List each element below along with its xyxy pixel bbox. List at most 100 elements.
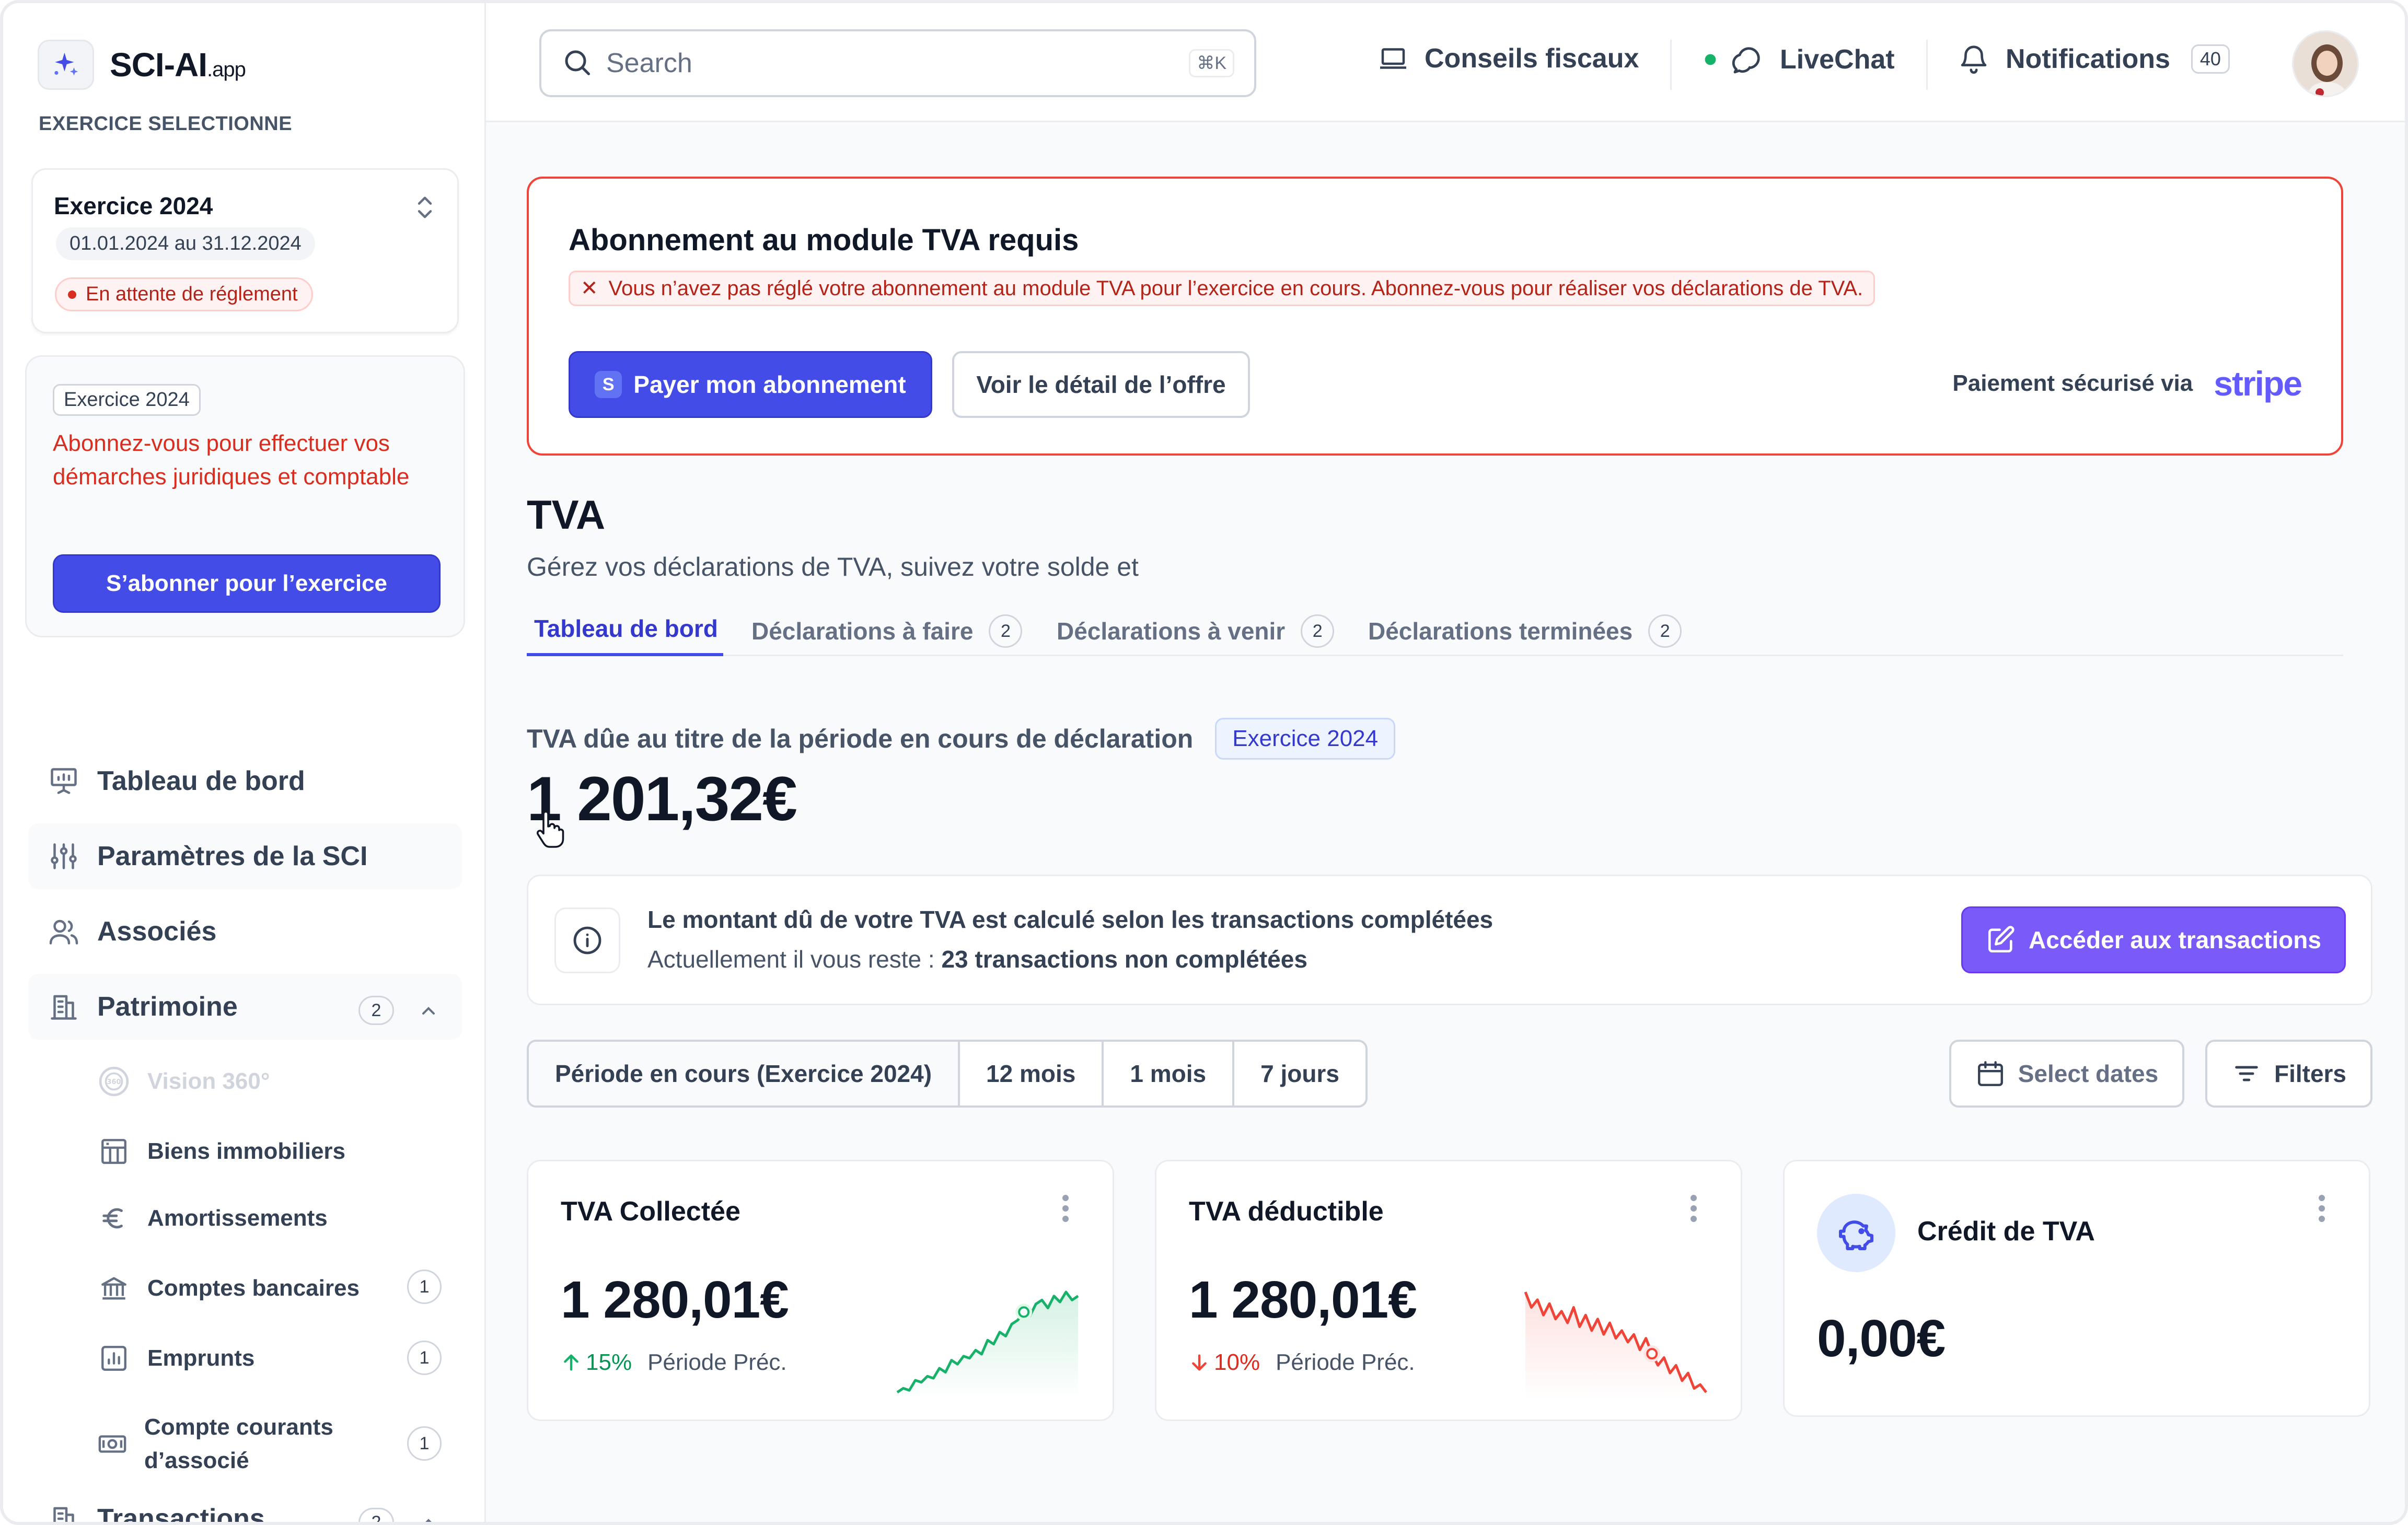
chevron-up-icon[interactable] xyxy=(418,997,439,1028)
laptop-icon xyxy=(1377,43,1409,74)
avatar[interactable] xyxy=(2292,30,2359,97)
tax-advice-link[interactable]: Conseils fiscaux xyxy=(1377,43,1639,74)
sparkline-area xyxy=(897,1292,1078,1400)
piggy-bank-icon xyxy=(1817,1194,1895,1272)
exercise-pill: Exercice 2024 xyxy=(1215,718,1396,760)
period-segmented-control: Période en cours (Exercice 2024) 12 mois… xyxy=(527,1040,1368,1108)
search-shortcut-badge: ⌘K xyxy=(1189,49,1234,77)
search-icon xyxy=(561,46,593,80)
due-amount: 1 201,32€ xyxy=(527,764,797,834)
info-line-1: Le montant dû de votre TVA est calculé s… xyxy=(647,906,1494,933)
stat-title: Crédit de TVA xyxy=(1917,1216,2095,1247)
tab-declarations-todo[interactable]: Déclarations à faire 2 xyxy=(751,614,1023,648)
subscribe-exercise-button[interactable]: S’abonner pour l’exercice xyxy=(53,554,441,613)
arrow-down-icon xyxy=(1192,1354,1207,1371)
stat-title: TVA déductible xyxy=(1189,1196,1384,1227)
sidebar-subitem-loans[interactable]: Emprunts xyxy=(97,1342,254,1375)
sparkline-marker-dot xyxy=(1018,1306,1030,1318)
sidebar-item-associates[interactable]: Associés xyxy=(28,899,462,964)
edit-icon xyxy=(1986,925,2016,955)
building-icon xyxy=(47,990,80,1023)
sidebar-subitem-vision360[interactable]: 360 Vision 360° xyxy=(97,1065,270,1098)
period-7-days-button[interactable]: 7 jours xyxy=(1234,1042,1365,1105)
stat-card-deductible: TVA déductible 1 280,01€ 10% Période Pré… xyxy=(1155,1160,1742,1421)
search-input[interactable]: Search ⌘K xyxy=(539,29,1256,97)
filters-button[interactable]: Filters xyxy=(2205,1040,2372,1108)
stat-delta: 15% Période Préc. xyxy=(561,1349,787,1376)
exercise-range: 01.01.2024 au 31.12.2024 xyxy=(56,227,315,260)
info-line-2: Actuellement il vous reste : 23 transact… xyxy=(647,946,1307,973)
offer-detail-button[interactable]: Voir le détail de l’offre xyxy=(952,351,1250,418)
header-divider xyxy=(1926,40,1928,90)
subscription-alert: Abonnement au module TVA requis ✕ Vous n’… xyxy=(527,177,2343,456)
filter-lines-icon xyxy=(2231,1058,2262,1089)
period-1-month-button[interactable]: 1 mois xyxy=(1104,1042,1235,1105)
brand-logo[interactable]: SCI-AI.app xyxy=(38,40,246,90)
alert-error-message: ✕ Vous n’avez pas réglé votre abonnement … xyxy=(569,271,1876,306)
sidebar-item-sci-settings[interactable]: Paramètres de la SCI xyxy=(28,823,462,889)
notifications-count-badge: 40 xyxy=(2191,44,2230,74)
pay-subscription-button[interactable]: S Payer mon abonnement xyxy=(569,351,932,418)
sidebar-subitem-current-accounts[interactable]: Compte courants d’associé xyxy=(97,1411,379,1477)
sparkline-marker-dot xyxy=(1646,1348,1658,1360)
close-x-icon: ✕ xyxy=(581,277,598,300)
access-transactions-button[interactable]: Accéder aux transactions xyxy=(1961,906,2346,973)
tab-count-badge: 2 xyxy=(1648,614,1682,648)
sidebar-subitem-real-estate[interactable]: Biens immobiliers xyxy=(97,1135,345,1168)
more-vertical-icon[interactable] xyxy=(2316,1193,2328,1227)
sidebar-subitem-depreciation[interactable]: Amortissements xyxy=(97,1202,328,1235)
select-dates-button[interactable]: Select dates xyxy=(1949,1040,2184,1108)
sliders-icon xyxy=(47,840,80,873)
tva-tabs: Tableau de bord Déclarations à faire 2 Dé… xyxy=(527,603,2343,656)
loans-count-badge: 1 xyxy=(407,1341,442,1375)
subscribe-card: Exercice 2024 Abonnez-vous pour effectue… xyxy=(25,355,465,637)
active-tab-indicator xyxy=(527,653,723,656)
header-divider xyxy=(1670,40,1672,90)
main-content: Abonnement au module TVA requis ✕ Vous n’… xyxy=(486,122,2405,1522)
period-12-months-button[interactable]: 12 mois xyxy=(960,1042,1104,1105)
users-icon xyxy=(47,915,80,948)
sidebar: SCI-AI.app EXERCICE SELECTIONNE Exercice… xyxy=(3,3,486,1522)
livechat-link[interactable]: LiveChat xyxy=(1704,43,1895,76)
tab-dashboard[interactable]: Tableau de bord xyxy=(534,614,718,643)
tab-count-badge: 2 xyxy=(1301,614,1335,648)
euro-icon xyxy=(97,1202,131,1235)
sidebar-item-transactions[interactable]: Transactions 2 xyxy=(28,1486,462,1522)
calendar-icon xyxy=(1975,1058,2006,1089)
tab-declarations-done[interactable]: Déclarations terminées 2 xyxy=(1368,614,1682,648)
alert-title: Abonnement au module TVA requis xyxy=(569,223,1079,257)
presentation-chart-icon xyxy=(47,764,80,798)
secure-payment-note: Paiement sécurisé via stripe xyxy=(1952,364,2302,403)
sidebar-item-dashboard[interactable]: Tableau de bord xyxy=(28,748,462,814)
current-accounts-count-badge: 1 xyxy=(407,1426,442,1461)
chevron-up-icon[interactable] xyxy=(418,1509,439,1522)
stat-title: TVA Collectée xyxy=(561,1196,740,1227)
notifications-link[interactable]: Notifications 40 xyxy=(1958,43,2230,75)
bank-icon xyxy=(97,1272,131,1305)
tab-declarations-upcoming[interactable]: Déclarations à venir 2 xyxy=(1057,614,1335,648)
page-subtitle: Gérez vos déclarations de TVA, suivez vo… xyxy=(527,552,1139,581)
period-current-button[interactable]: Période en cours (Exercice 2024) xyxy=(529,1042,960,1105)
sidebar-item-patrimoine[interactable]: Patrimoine 2 xyxy=(28,974,462,1040)
online-dot-icon xyxy=(1704,53,1717,66)
exercise-selector[interactable]: Exercice 2024 01.01.2024 au 31.12.2024 E… xyxy=(31,168,459,333)
building-icon xyxy=(47,1502,80,1522)
transactions-count-badge: 2 xyxy=(358,1508,394,1522)
more-vertical-icon[interactable] xyxy=(1059,1193,1072,1227)
more-vertical-icon[interactable] xyxy=(1687,1193,1700,1227)
top-header: Search ⌘K Conseils fiscaux LiveChat Noti… xyxy=(486,3,2405,122)
stat-value: 0,00€ xyxy=(1817,1309,1946,1368)
banknote-icon xyxy=(97,1427,128,1461)
bar-chart-icon xyxy=(97,1342,131,1375)
vision-360-icon: 360 xyxy=(97,1065,131,1098)
arrow-up-icon xyxy=(564,1354,578,1371)
exercise-title: Exercice 2024 xyxy=(54,192,213,219)
patrimoine-count-badge: 2 xyxy=(358,996,394,1025)
stat-value: 1 280,01€ xyxy=(1189,1271,1417,1329)
stat-delta: 10% Période Préc. xyxy=(1189,1349,1415,1376)
subscribe-exercise-tag: Exercice 2024 xyxy=(53,384,201,416)
stat-card-credit: Crédit de TVA 0,00€ xyxy=(1783,1160,2370,1417)
brand-name: SCI-AI.app xyxy=(110,46,246,84)
stripe-s-icon: S xyxy=(595,371,622,398)
sidebar-subitem-bank-accounts[interactable]: Comptes bancaires xyxy=(97,1272,447,1305)
